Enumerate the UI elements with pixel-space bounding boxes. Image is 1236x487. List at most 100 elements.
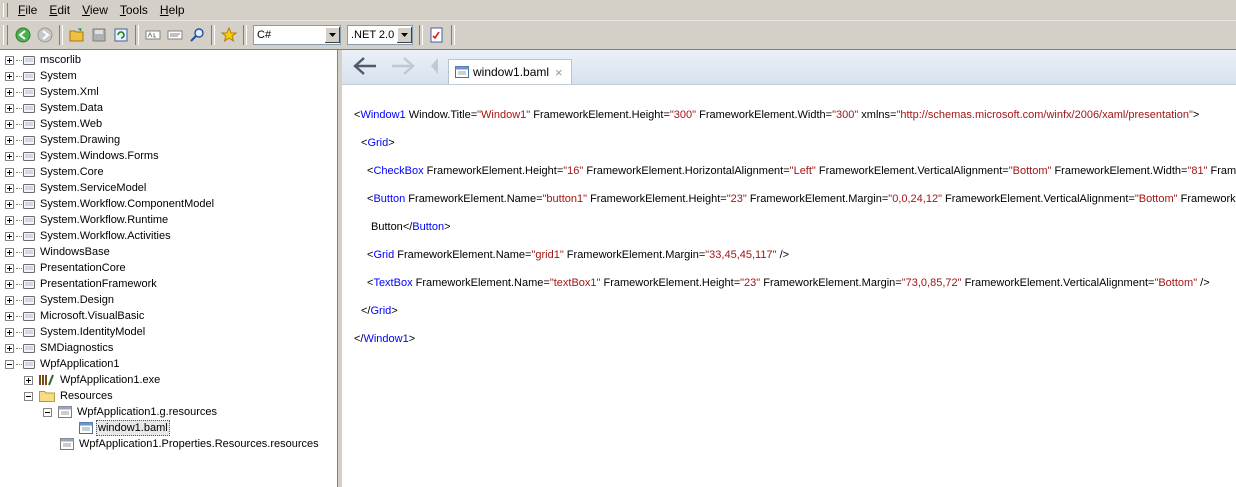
expand-icon[interactable] bbox=[5, 263, 14, 273]
assembly-icon bbox=[23, 327, 35, 337]
expand-icon[interactable] bbox=[5, 247, 14, 257]
forward-arrow-icon bbox=[37, 27, 53, 43]
tree-item-resources-folder[interactable]: Resources bbox=[24, 388, 115, 404]
assembly-icon bbox=[23, 199, 35, 209]
tree-item-exe[interactable]: WpfApplication1.exe bbox=[24, 372, 162, 388]
tree-item-assembly[interactable]: mscorlib bbox=[5, 52, 83, 68]
tree-item-assembly[interactable]: System.Web bbox=[5, 116, 104, 132]
tree-connector bbox=[16, 235, 22, 237]
expand-icon[interactable] bbox=[5, 295, 14, 305]
tree-item-assembly[interactable]: System.Workflow.ComponentModel bbox=[5, 196, 216, 212]
tree-connector bbox=[16, 139, 22, 141]
expand-icon[interactable] bbox=[5, 119, 14, 129]
tab-window1-baml[interactable]: window1.baml × bbox=[448, 59, 572, 84]
language-select[interactable]: C# bbox=[253, 25, 341, 45]
assembly-icon bbox=[23, 167, 35, 177]
tree-item-assembly[interactable]: System.IdentityModel bbox=[5, 324, 147, 340]
menu-view[interactable]: View bbox=[76, 1, 114, 19]
assembly-icon bbox=[23, 183, 35, 193]
assembly-tree[interactable]: mscorlib System System.Xml System.Data Syste… bbox=[0, 50, 338, 487]
document-icon bbox=[455, 66, 469, 78]
framework-select[interactable]: .NET 2.0 bbox=[347, 25, 413, 45]
resource-file-icon bbox=[60, 438, 74, 450]
back-arrow-icon[interactable] bbox=[352, 56, 378, 76]
tree-item-assembly[interactable]: System.Drawing bbox=[5, 132, 122, 148]
tree-item-assembly[interactable]: System bbox=[5, 68, 79, 84]
forward-button[interactable] bbox=[34, 24, 56, 46]
tree-item-assembly[interactable]: WpfApplication1 bbox=[5, 356, 122, 372]
search-button[interactable] bbox=[186, 24, 208, 46]
bookmark-button[interactable] bbox=[218, 24, 240, 46]
expand-icon[interactable] bbox=[5, 55, 14, 65]
toolbar-separator bbox=[59, 25, 63, 45]
menu-tools[interactable]: Tools bbox=[114, 1, 154, 19]
expand-icon[interactable] bbox=[24, 375, 33, 385]
tree-item-assembly[interactable]: System.Design bbox=[5, 292, 116, 308]
analyze-button[interactable] bbox=[426, 24, 448, 46]
expand-icon[interactable] bbox=[5, 135, 14, 145]
tree-item-assembly[interactable]: System.Workflow.Runtime bbox=[5, 212, 170, 228]
tab-strip: window1.baml × bbox=[342, 50, 1236, 85]
code-line: </Grid> bbox=[361, 305, 398, 317]
tree-connector bbox=[16, 219, 22, 221]
code-line: <Button FrameworkElement.Name="button1" … bbox=[367, 193, 1236, 205]
back-arrow-icon bbox=[15, 27, 31, 43]
collapse-icon[interactable] bbox=[24, 391, 33, 401]
tree-item-assembly[interactable]: System.Workflow.Activities bbox=[5, 228, 173, 244]
menu-file[interactable]: File bbox=[12, 1, 43, 19]
expand-icon[interactable] bbox=[5, 327, 14, 337]
expand-icon[interactable] bbox=[5, 167, 14, 177]
open-button[interactable] bbox=[66, 24, 88, 46]
chevron-down-icon[interactable] bbox=[396, 27, 412, 43]
expand-icon[interactable] bbox=[5, 199, 14, 209]
checklist-icon bbox=[430, 27, 443, 43]
tree-item-assembly[interactable]: PresentationFramework bbox=[5, 276, 159, 292]
tree-item-assembly[interactable]: WindowsBase bbox=[5, 244, 112, 260]
tree-item-assembly[interactable]: SMDiagnostics bbox=[5, 340, 115, 356]
tab-list-icon[interactable] bbox=[428, 56, 440, 76]
tree-item-assembly[interactable]: System.Windows.Forms bbox=[5, 148, 161, 164]
menu-help[interactable]: Help bbox=[154, 1, 191, 19]
tree-item-assembly[interactable]: System.Xml bbox=[5, 84, 101, 100]
expand-icon[interactable] bbox=[5, 151, 14, 161]
tree-item-assembly[interactable]: System.ServiceModel bbox=[5, 180, 148, 196]
toolbar: C# .NET 2.0 bbox=[0, 21, 1236, 50]
menu-edit[interactable]: Edit bbox=[43, 1, 76, 19]
assembly-icon bbox=[23, 55, 35, 65]
tree-item-assembly[interactable]: PresentationCore bbox=[5, 260, 128, 276]
search-icon bbox=[190, 28, 204, 42]
expand-icon[interactable] bbox=[5, 103, 14, 113]
tree-item-window1-baml[interactable]: window1.baml bbox=[79, 420, 170, 436]
tree-item-properties-resources[interactable]: WpfApplication1.Properties.Resources.res… bbox=[60, 436, 321, 452]
tree-item-assembly[interactable]: System.Core bbox=[5, 164, 106, 180]
save-button[interactable] bbox=[88, 24, 110, 46]
expand-icon[interactable] bbox=[5, 311, 14, 321]
forward-arrow-icon[interactable] bbox=[390, 56, 416, 76]
collapse-icon[interactable] bbox=[5, 359, 14, 369]
back-button[interactable] bbox=[12, 24, 34, 46]
tree-connector bbox=[16, 203, 22, 205]
tree-connector bbox=[16, 267, 22, 269]
expand-icon[interactable] bbox=[5, 71, 14, 81]
assembly-icon bbox=[23, 247, 35, 257]
refresh-button[interactable] bbox=[110, 24, 132, 46]
assembly-button[interactable] bbox=[142, 24, 164, 46]
tree-item-g-resources[interactable]: WpfApplication1.g.resources bbox=[43, 404, 219, 420]
expand-icon[interactable] bbox=[5, 183, 14, 193]
tree-item-assembly[interactable]: Microsoft.VisualBasic bbox=[5, 308, 146, 324]
tree-item-assembly[interactable]: System.Data bbox=[5, 100, 105, 116]
expand-icon[interactable] bbox=[5, 343, 14, 353]
tree-connector bbox=[16, 123, 22, 125]
expand-icon[interactable] bbox=[5, 215, 14, 225]
chevron-down-icon[interactable] bbox=[324, 27, 340, 43]
expand-icon[interactable] bbox=[5, 279, 14, 289]
save-disk-icon bbox=[92, 28, 106, 42]
disassemble-button[interactable] bbox=[164, 24, 186, 46]
code-line: <CheckBox FrameworkElement.Height="16" F… bbox=[367, 165, 1236, 177]
expand-icon[interactable] bbox=[5, 87, 14, 97]
collapse-icon[interactable] bbox=[43, 407, 52, 417]
tree-connector bbox=[16, 347, 22, 349]
expand-icon[interactable] bbox=[5, 231, 14, 241]
close-icon[interactable]: × bbox=[555, 65, 563, 80]
open-folder-icon bbox=[69, 28, 84, 42]
